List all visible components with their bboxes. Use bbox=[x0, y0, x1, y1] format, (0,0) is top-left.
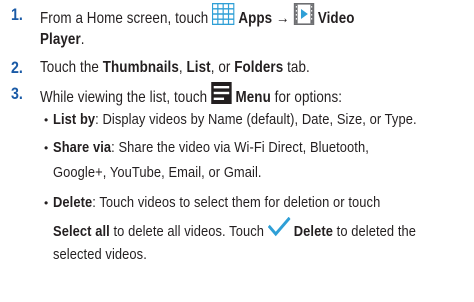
bullet: • bbox=[44, 196, 49, 210]
step-3-text: While viewing the list, touch bbox=[40, 89, 208, 107]
list-by-text: : Display videos by Name (default), Date… bbox=[95, 111, 417, 128]
comma: , bbox=[178, 59, 183, 76]
delete-text-2: to delete all videos. Touch bbox=[113, 222, 265, 240]
instruction-document: 1. From a Home screen, touch Apps → Vide… bbox=[0, 0, 474, 302]
step-2-number: 2. bbox=[11, 59, 23, 77]
option-delete: Delete: Touch videos to select them for … bbox=[53, 193, 380, 213]
tab-thumbnails-label: Thumbnails bbox=[102, 59, 179, 76]
step-3-number: 3. bbox=[11, 85, 23, 103]
option-delete-line-2: Select all to delete all videos. Touch D… bbox=[53, 216, 417, 245]
bullet: • bbox=[44, 113, 49, 127]
apps-grid-icon bbox=[211, 2, 235, 31]
video-player-icon bbox=[293, 3, 315, 31]
list-by-label: List by bbox=[53, 111, 96, 128]
option-list-by: List by: Display videos by Name (default… bbox=[53, 110, 417, 130]
checkmark-icon bbox=[267, 216, 291, 243]
step-2-line: Touch the Thumbnails, List, or Folders t… bbox=[40, 58, 310, 78]
step-1-number: 1. bbox=[11, 6, 23, 24]
menu-label: Menu bbox=[235, 89, 271, 107]
comma-or: , or bbox=[210, 59, 231, 76]
select-all-label: Select all bbox=[53, 222, 110, 240]
step-1-line-2: Player. bbox=[40, 30, 85, 50]
delete-text-1: : Touch videos to select them for deleti… bbox=[92, 194, 381, 211]
share-via-text-2: Google+, YouTube, Email, or Gmail. bbox=[53, 164, 262, 181]
video-label-part-1: Video bbox=[317, 10, 355, 28]
delete-text-4: selected videos. bbox=[53, 246, 147, 263]
apps-label: Apps bbox=[238, 10, 273, 28]
step-2-text-end: tab. bbox=[287, 59, 310, 76]
bullet: • bbox=[44, 141, 49, 155]
tab-list-label: List bbox=[186, 59, 211, 76]
option-share-via: Share via: Share the video via Wi-Fi Dir… bbox=[53, 138, 369, 158]
step-3-line: While viewing the list, touch Menu for o… bbox=[40, 82, 343, 112]
delete-label: Delete bbox=[53, 194, 93, 211]
step-1-period: . bbox=[80, 31, 85, 48]
step-3-text-end: for options: bbox=[274, 89, 343, 107]
tab-folders-label: Folders bbox=[234, 59, 284, 76]
delete-text-3: to deleted the bbox=[336, 222, 417, 240]
share-via-label: Share via bbox=[53, 139, 112, 156]
step-2-text: Touch the bbox=[40, 59, 99, 76]
share-via-text-1: : Share the video via Wi-Fi Direct, Blue… bbox=[111, 139, 369, 156]
video-label-part-2: Player bbox=[40, 31, 81, 48]
arrow: → bbox=[276, 10, 290, 28]
step-1-text: From a Home screen, touch bbox=[40, 10, 209, 28]
option-share-via-line-2: Google+, YouTube, Email, or Gmail. bbox=[53, 163, 262, 183]
step-1-line-1: From a Home screen, touch Apps → Video bbox=[40, 2, 355, 33]
menu-icon bbox=[211, 82, 232, 110]
option-delete-line-3: selected videos. bbox=[53, 245, 147, 265]
delete-button-label: Delete bbox=[293, 222, 333, 240]
